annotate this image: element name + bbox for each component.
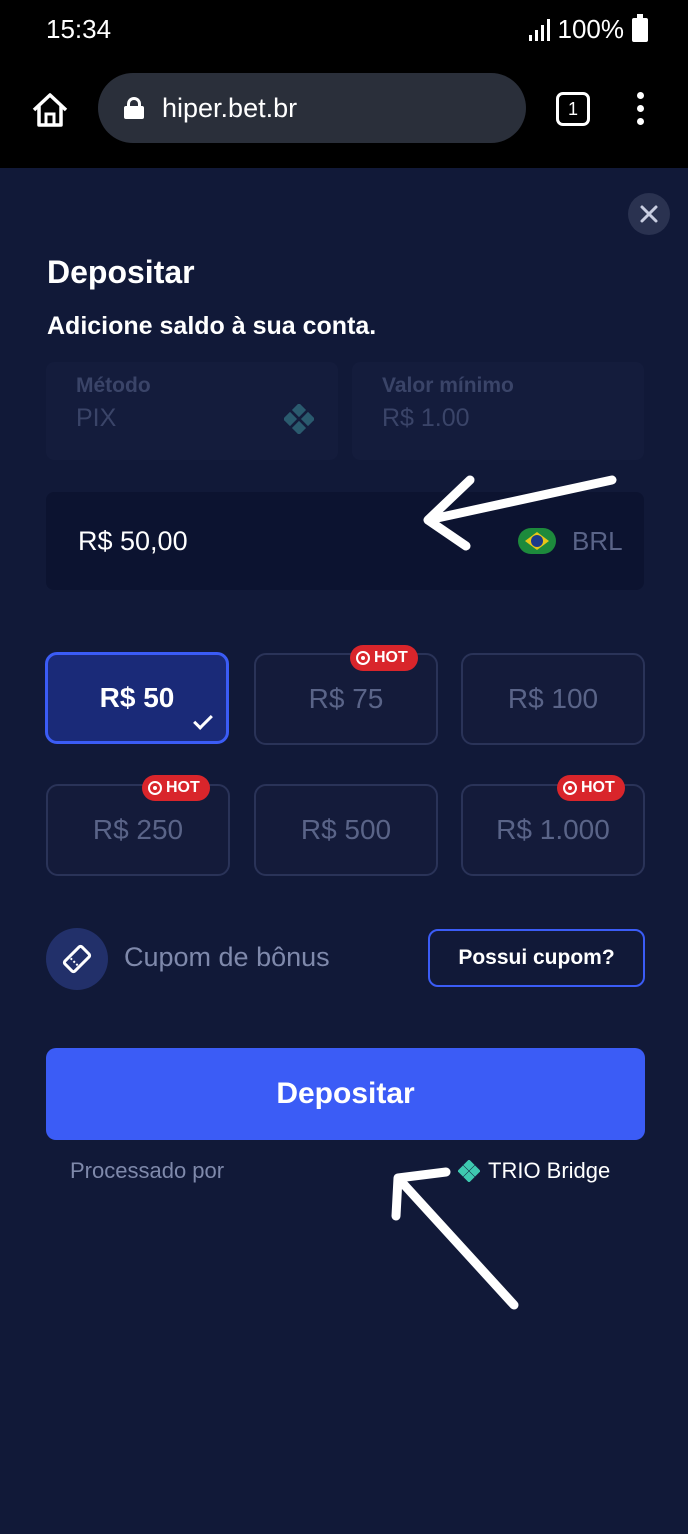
status-bar: 15:34 100% <box>0 0 688 60</box>
chip-label: R$ 50 <box>99 682 175 713</box>
signal-icon <box>528 18 550 41</box>
amount-value: R$ 50,00 <box>78 526 188 556</box>
browser-bar: hiper.bet.br 1 <box>0 60 688 168</box>
amount-chip-100[interactable]: R$ 100 <box>461 653 645 745</box>
ticket-icon <box>46 928 108 990</box>
method-value: PIX <box>76 404 117 432</box>
status-right: 100% <box>528 13 648 45</box>
min-value-box: Valor mínimo R$ 1.00 <box>352 362 644 460</box>
have-coupon-button[interactable]: Possui cupom? <box>428 929 645 987</box>
url-bar[interactable]: hiper.bet.br <box>98 73 526 143</box>
min-value-label: Valor mínimo <box>382 374 514 397</box>
brazil-flag-icon <box>518 528 556 554</box>
pix-icon <box>284 404 314 434</box>
chip-label: R$ 1.000 <box>496 814 610 845</box>
hot-label: HOT <box>374 649 408 666</box>
amount-chip-500[interactable]: R$ 500 <box>254 784 438 876</box>
chip-label: R$ 500 <box>300 814 392 845</box>
hot-label: HOT <box>581 779 615 796</box>
tab-switcher-button[interactable]: 1 <box>556 92 590 126</box>
menu-icon[interactable] <box>634 92 646 128</box>
deposit-button[interactable]: Depositar <box>46 1048 645 1140</box>
close-icon <box>640 205 658 223</box>
annotation-arrows <box>391 475 617 1310</box>
method-box: Método PIX <box>46 362 338 460</box>
coupon-label: Cupom de bônus <box>124 942 330 972</box>
currency-label: BRL <box>572 526 623 556</box>
processor-name: TRIO Bridge <box>488 1158 611 1183</box>
amount-chip-50[interactable]: R$ 50 <box>45 652 229 744</box>
amount-input[interactable]: R$ 50,00 BRL <box>46 492 644 590</box>
close-button[interactable] <box>628 193 670 235</box>
hot-label: HOT <box>166 779 200 796</box>
hot-badge: HOT <box>142 775 210 801</box>
hot-badge: HOT <box>557 775 625 801</box>
flame-icon <box>148 781 162 795</box>
hot-badge: HOT <box>350 645 418 671</box>
method-label: Método <box>76 374 151 397</box>
chip-label: R$ 250 <box>92 814 184 845</box>
battery-icon <box>632 13 648 42</box>
modal-title: Depositar <box>47 254 195 290</box>
battery-percent: 100% <box>557 14 625 44</box>
flame-icon <box>356 651 370 665</box>
trio-logo-icon <box>458 1160 480 1182</box>
lock-icon <box>124 97 144 119</box>
url-text: hiper.bet.br <box>162 92 298 123</box>
check-icon <box>193 710 213 730</box>
status-time: 15:34 <box>46 14 112 44</box>
processor-brand: TRIO Bridge <box>458 1158 610 1184</box>
home-icon[interactable] <box>30 90 70 130</box>
arrow-to-deposit <box>391 1167 519 1310</box>
chip-label: R$ 75 <box>308 683 384 714</box>
chip-label: R$ 100 <box>507 683 599 714</box>
modal-subtitle: Adicione saldo à sua conta. <box>47 312 377 340</box>
min-value-value: R$ 1.00 <box>382 404 470 432</box>
processed-by-label: Processado por <box>70 1158 225 1183</box>
flame-icon <box>563 781 577 795</box>
